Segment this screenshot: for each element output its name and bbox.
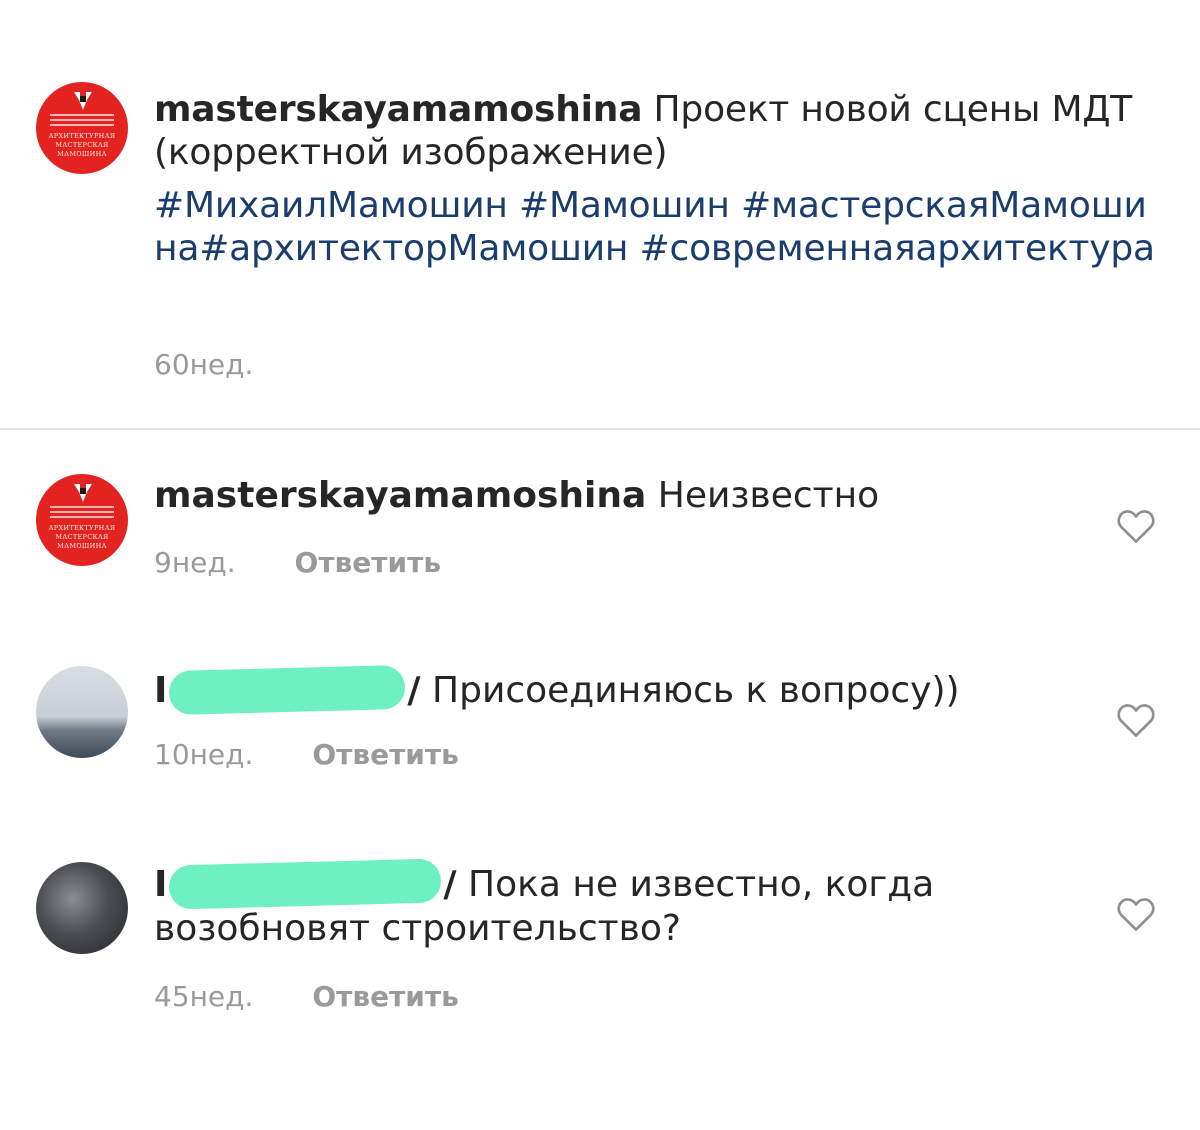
username-link[interactable]: I / <box>154 858 457 910</box>
avatar[interactable] <box>36 666 128 758</box>
reply-button[interactable]: Ответить <box>312 980 459 1013</box>
divider <box>50 511 114 513</box>
heart-icon[interactable] <box>1116 896 1156 932</box>
username-link[interactable]: masterskayamamoshina <box>154 475 646 516</box>
username-link[interactable]: masterskayamamoshina <box>154 89 642 130</box>
heart-icon[interactable] <box>1116 508 1156 544</box>
username-fragment: / <box>443 864 457 905</box>
redaction-mark <box>168 858 442 910</box>
divider <box>50 124 114 126</box>
divider <box>50 516 114 518</box>
logo-text-line: МАСТЕРСКАЯ <box>55 141 109 149</box>
brand-logo-icon <box>74 484 92 502</box>
timestamp: 10нед. <box>154 738 254 771</box>
logo-text-line: МАМОШИНА <box>57 150 107 158</box>
username-fragment: I <box>154 864 168 905</box>
reply-button[interactable]: Ответить <box>312 738 459 771</box>
avatar[interactable] <box>36 862 128 954</box>
comment-body: Присоединяюсь к вопросу)) <box>432 670 960 711</box>
comment-text: I / Присоединяюсь к вопросу)) <box>154 664 1074 716</box>
timestamp: 60нед. <box>154 348 254 381</box>
heart-icon[interactable] <box>1116 702 1156 738</box>
logo-text-line: МАСТЕРСКАЯ <box>55 533 109 541</box>
timestamp: 9нед. <box>154 546 236 579</box>
comments-screen: АРХИТЕКТУРНАЯ МАСТЕРСКАЯ МАМОШИНА master… <box>0 0 1200 1130</box>
divider <box>50 119 114 121</box>
logo-text-line: МАМОШИНА <box>57 542 107 550</box>
comment-body: Неизвестно <box>657 475 880 516</box>
brand-logo-icon <box>74 92 92 110</box>
comment-text: masterskayamamoshina Неизвестно <box>154 474 1074 518</box>
divider <box>50 114 114 116</box>
reply-button[interactable]: Ответить <box>295 546 442 579</box>
redaction-mark <box>168 664 406 716</box>
comment-meta: 10нед. Ответить <box>154 738 459 771</box>
divider <box>50 506 114 508</box>
comment-text: I / Пока не известно, когда возобновят ст… <box>154 858 1074 951</box>
logo-text-line: АРХИТЕКТУРНАЯ <box>48 524 116 532</box>
avatar[interactable]: АРХИТЕКТУРНАЯ МАСТЕРСКАЯ МАМОШИНА <box>36 82 128 174</box>
comment-meta: 45нед. Ответить <box>154 980 459 1013</box>
timestamp: 45нед. <box>154 980 254 1013</box>
divider <box>0 428 1200 430</box>
hashtags-link[interactable]: #МихаилМамошин #Мамошин #мастерскаяМамош… <box>154 184 1164 270</box>
logo-text-line: АРХИТЕКТУРНАЯ <box>48 132 116 140</box>
comment-meta: 9нед. Ответить <box>154 546 441 579</box>
avatar[interactable]: АРХИТЕКТУРНАЯ МАСТЕРСКАЯ МАМОШИНА <box>36 474 128 566</box>
username-fragment: I <box>154 670 168 711</box>
username-fragment: / <box>407 670 421 711</box>
username-link[interactable]: I / <box>154 664 421 716</box>
caption-text: masterskayamamoshina Проект новой сцены … <box>154 88 1164 270</box>
